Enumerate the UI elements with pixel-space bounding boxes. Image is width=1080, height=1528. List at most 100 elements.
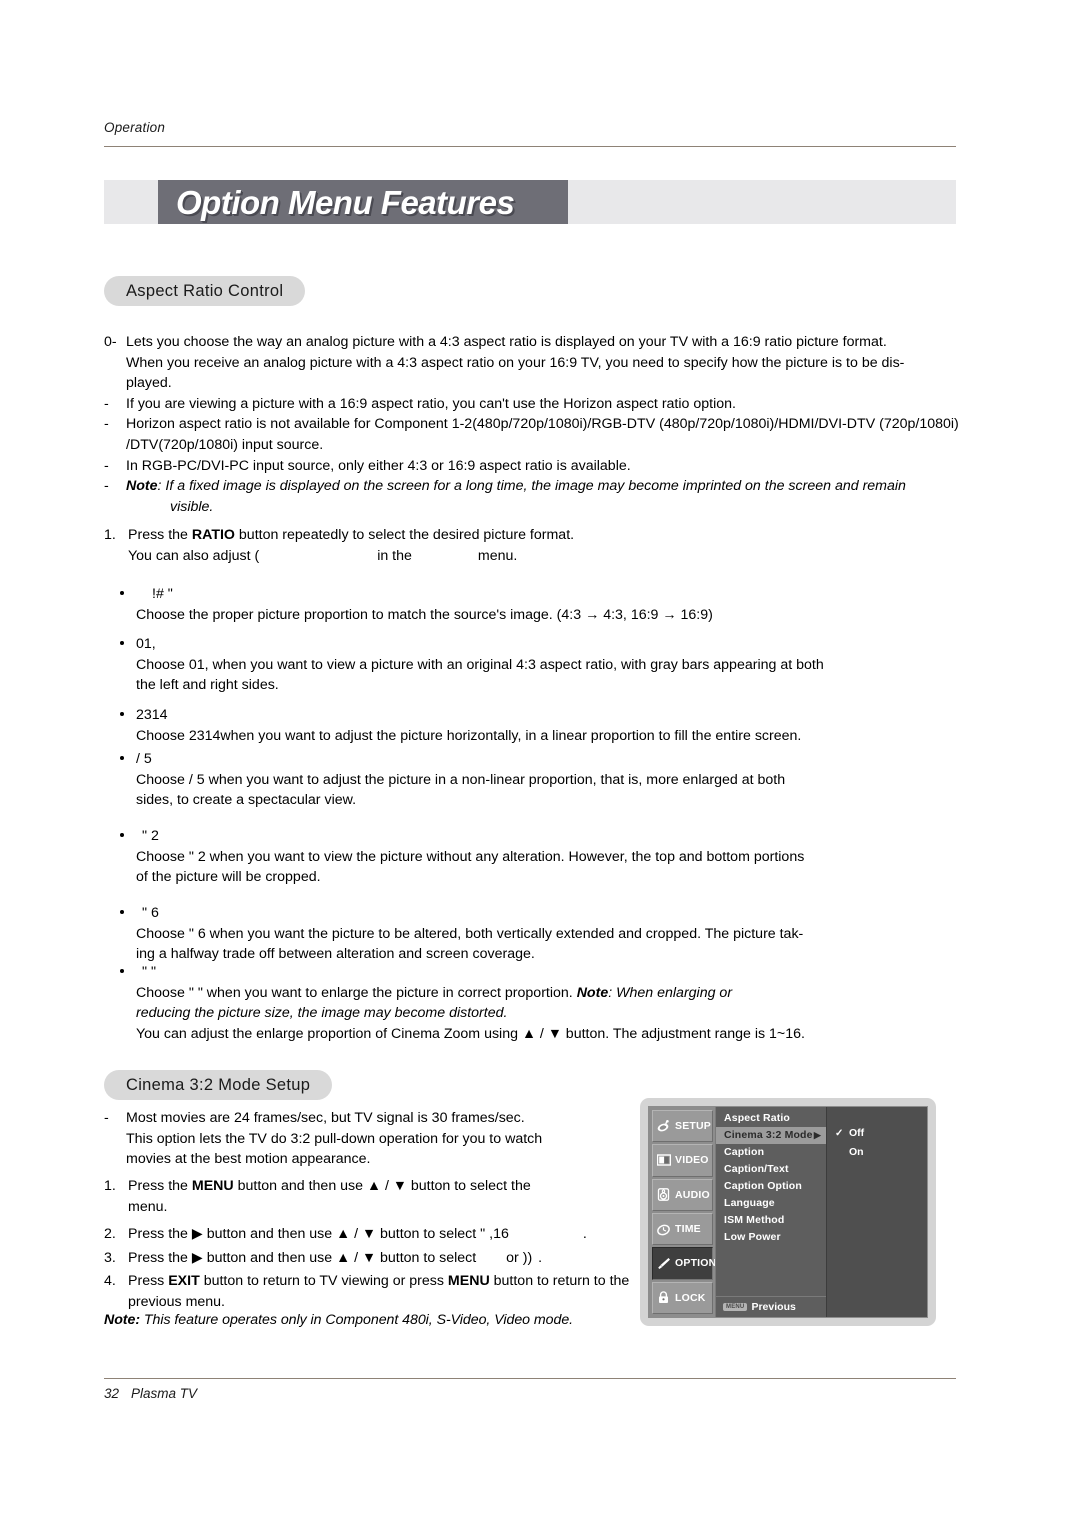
osd-sidebar: SETUP VIDEO AUDIO TIME OPTION LOCK <box>649 1107 716 1317</box>
bullet-body: Choose / 5 when you want to adjust the p… <box>118 770 988 811</box>
step2-text-a: You can also adjust <box>128 547 255 564</box>
bullet-inline-glyph: 01, <box>188 656 209 673</box>
cinema-note: Note: This feature operates only in Comp… <box>104 1310 644 1331</box>
bullet-cinema-zoom: " " Choose " " when you want to enlarge … <box>118 962 988 1044</box>
arrow-down-icon: ▼ <box>362 1226 377 1243</box>
step-text-a: Press <box>128 1273 169 1290</box>
note-text: If a fixed image is displayed on the scr… <box>161 478 906 495</box>
list-line: /DTV(720p/1080i) input source. <box>126 436 324 453</box>
bullet-inline-glyph: " 6 <box>188 925 206 942</box>
step-number: 1. <box>104 1178 116 1194</box>
footer-rule <box>104 1378 956 1379</box>
osd-tab-video[interactable]: VIDEO <box>652 1144 713 1177</box>
arrow-right-icon: ▶ <box>191 1249 203 1266</box>
osd-item-label: Caption Option <box>724 1180 802 1192</box>
bullet-text-post: 16:9) <box>676 606 713 623</box>
bullet-body: Choose " " when you want to enlarge the … <box>118 983 988 1045</box>
osd-option-off[interactable]: ✓ Off <box>833 1124 927 1143</box>
bullet-normal: 01, Choose 01, when you want to view a p… <box>118 634 988 696</box>
step-line-2: You can also adjust (in the menu. <box>128 548 517 564</box>
list-marker: 0- <box>104 334 117 350</box>
cinema-intro-list: - Most movies are 24 frames/sec, but TV … <box>104 1108 644 1170</box>
osd-tab-time[interactable]: TIME <box>652 1212 713 1246</box>
osd-item-ism-method[interactable]: ISM Method <box>716 1212 826 1229</box>
step-text-a: Press the <box>128 1178 192 1194</box>
step-text-tail: . <box>538 1249 543 1266</box>
list-line: If you are viewing a picture with a 16:9… <box>126 395 736 412</box>
step-text-b: button and then use <box>202 1249 337 1266</box>
bullet-text-pre: Choose <box>136 656 189 673</box>
osd-item-cinema-32-mode[interactable]: Cinema 3:2 Mode ▶ <box>716 1127 826 1144</box>
list-item: 3. Press the ▶ button and then use ▲ / ▼… <box>104 1248 649 1269</box>
bullet-body: Choose " 6 when you want the picture to … <box>118 924 988 965</box>
bullet-text-line2: of the picture will be cropped. <box>136 869 321 886</box>
osd-option-on[interactable]: On <box>833 1143 927 1162</box>
osd-previous-row[interactable]: MENU Previous <box>716 1296 826 1317</box>
osd-tab-label: TIME <box>675 1223 701 1236</box>
osd-item-list: Aspect Ratio Cinema 3:2 Mode ▶ Caption C… <box>715 1107 827 1317</box>
note-line-2: visible. <box>170 498 214 515</box>
osd-option-panel: ✓ Off On <box>827 1107 927 1317</box>
menu-button-label: MENU <box>191 1178 234 1194</box>
osd-tab-lock[interactable]: LOCK <box>652 1281 713 1314</box>
list-marker: - <box>104 416 109 433</box>
bullet-text-line2: ing a halfway trade off between alterati… <box>136 946 535 963</box>
ratio-button-label: RATIO <box>191 527 235 543</box>
manual-page: Operation Option Menu Features Aspect Ra… <box>0 0 1080 1528</box>
bullet-text-pre: Choose <box>136 848 189 865</box>
list-marker: - <box>104 478 109 495</box>
bullet-horizon: 2314 Choose 2314when you want to adjust … <box>118 705 988 746</box>
list-line: Horizon aspect ratio is not available fo… <box>126 416 959 433</box>
satellite-dish-icon <box>657 1119 669 1132</box>
step-text-line2: previous menu. <box>128 1293 225 1310</box>
bullet-zoom1: " 2 Choose " 2 when you want to view the… <box>118 826 988 888</box>
osd-item-label: Low Power <box>724 1231 781 1243</box>
osd-screenshot: SETUP VIDEO AUDIO TIME OPTION LOCK Aspec… <box>640 1098 936 1326</box>
osd-item-low-power[interactable]: Low Power <box>716 1229 826 1246</box>
arrow-right-icon: → <box>662 606 677 623</box>
list-item-note: - Note: If a fixed image is displayed on… <box>104 476 964 517</box>
list-item: - Most movies are 24 frames/sec, but TV … <box>104 1108 644 1170</box>
osd-item-caption-text[interactable]: Caption/Text <box>716 1161 826 1178</box>
bullet-glyph: 01, <box>136 636 156 652</box>
speaker-icon <box>657 1188 670 1202</box>
arrow-up-icon: ▲ <box>366 1178 382 1194</box>
osd-tab-setup[interactable]: SETUP <box>652 1110 713 1143</box>
bullet-dot-icon <box>120 910 124 914</box>
step2-text-c: menu. <box>477 547 518 564</box>
note-text: When enlarging or <box>612 984 733 1001</box>
cinema-zoom-text-a: You can adjust the enlarge proportion of… <box>136 1025 522 1042</box>
bullet-glyph: !# " <box>152 586 173 602</box>
bullet-body: Choose 01, when you want to view a pictu… <box>118 655 988 696</box>
step-text-post: button repeatedly to select the desired … <box>234 527 575 543</box>
osd-tab-option[interactable]: OPTION <box>652 1247 716 1280</box>
osd-item-caption[interactable]: Caption <box>716 1144 826 1161</box>
lock-icon <box>659 1291 668 1304</box>
section-heading-cinema-32-mode-setup: Cinema 3:2 Mode Setup <box>104 1070 333 1100</box>
osd-tab-audio[interactable]: AUDIO <box>652 1178 713 1211</box>
osd-item-language[interactable]: Language <box>716 1195 826 1212</box>
exit-button-label: EXIT <box>168 1273 200 1290</box>
page-title: Option Menu Features <box>176 184 515 221</box>
bullet-text-post: when you want to view the picture withou… <box>205 848 805 865</box>
osd-item-label: Language <box>724 1197 775 1209</box>
note-line: Note: If a fixed image is displayed on t… <box>126 476 964 497</box>
bullet-dot-icon <box>120 756 124 760</box>
bullet-inline-glyph: / 5 <box>188 771 205 788</box>
bullet-text-line2: the left and right sides. <box>136 677 279 694</box>
note-text: This feature operates only in Component … <box>140 1312 574 1328</box>
list-line: In RGB-PC/DVI-PC input source, only eith… <box>126 457 631 474</box>
bullet-marker-row: / 5 <box>118 749 988 770</box>
list-line: Lets you choose the way an analog pictur… <box>126 334 887 350</box>
list-item: 0- Lets you choose the way an analog pic… <box>104 332 964 394</box>
monitor-icon <box>657 1154 671 1166</box>
list-item: 4. Press EXIT button to return to TV vie… <box>104 1271 649 1312</box>
osd-item-caption-option[interactable]: Caption Option <box>716 1178 826 1195</box>
step2-text-b: in the <box>377 547 412 564</box>
list-marker: - <box>104 457 109 474</box>
arrow-up-icon: ▲ <box>521 1025 536 1042</box>
step-text-a: Press the <box>128 1249 192 1266</box>
checkmark-icon: ✓ <box>835 1128 844 1139</box>
list-item: 2. Press the ▶ button and then use ▲ / ▼… <box>104 1224 649 1245</box>
osd-item-aspect-ratio[interactable]: Aspect Ratio <box>716 1110 826 1127</box>
